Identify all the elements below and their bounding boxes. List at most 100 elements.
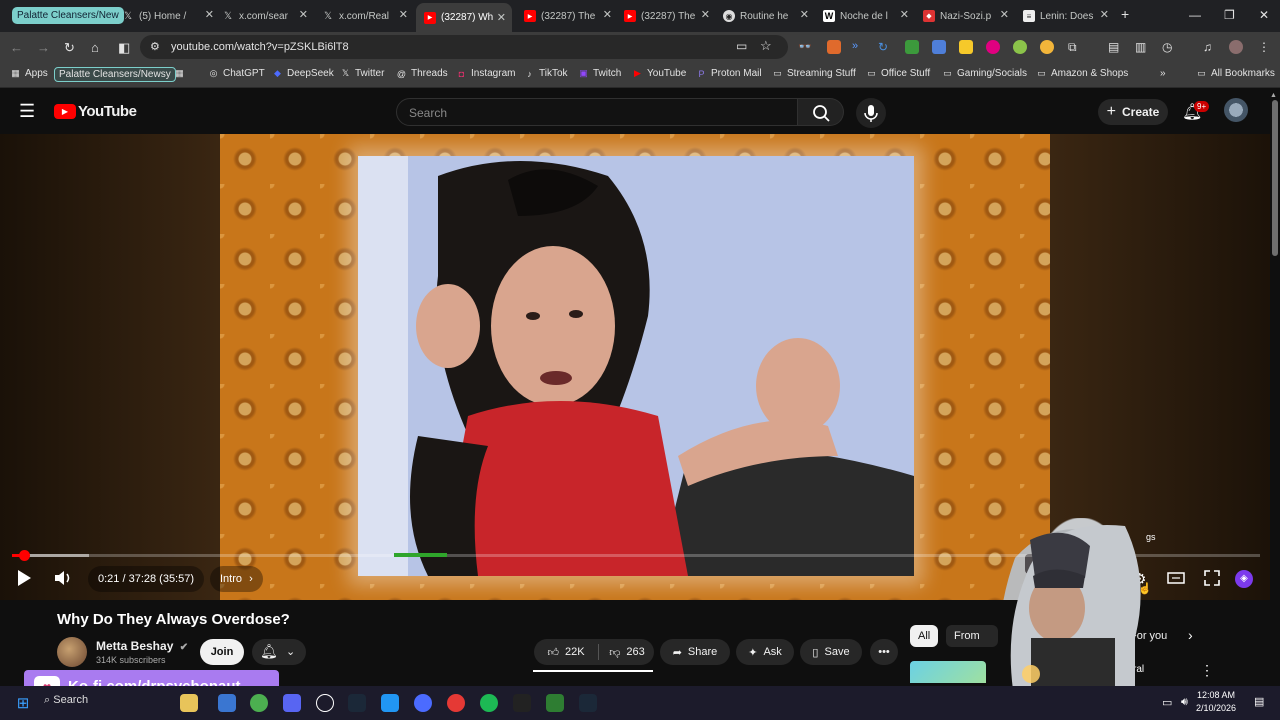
extension-multicolor-icon[interactable] — [1013, 40, 1027, 54]
taskbar-media-icon[interactable] — [447, 694, 465, 712]
bookmark-item[interactable]: P Proton Mail — [696, 68, 761, 79]
bookmark-item[interactable]: ◘ Instagram — [456, 68, 516, 79]
more-actions-button[interactable]: ••• — [870, 639, 898, 665]
close-tab-icon[interactable]: ✕ — [1100, 8, 1109, 21]
network-icon[interactable]: ▭ — [1162, 696, 1172, 709]
bookmark-item[interactable]: @ Threads — [396, 68, 448, 79]
browser-tab[interactable]: ◉ Routine he ✕ — [723, 5, 809, 27]
browser-tab[interactable]: 𝕏 x.com/Real ✕ — [322, 5, 408, 27]
channel-name[interactable]: Metta Beshay ✔ — [96, 639, 188, 653]
bookmark-item[interactable]: ◎ ChatGPT — [208, 68, 265, 79]
recommended-video-thumbnail[interactable] — [910, 661, 986, 683]
close-tab-icon[interactable]: ✕ — [1000, 8, 1009, 21]
extension-player-button-icon[interactable]: ◈ — [1235, 570, 1253, 588]
taskbar-signal-icon[interactable] — [414, 694, 432, 712]
close-tab-icon[interactable]: ✕ — [497, 11, 506, 24]
dislike-button[interactable]: 👎︎ 263 — [600, 639, 654, 665]
taskbar-spotify-icon[interactable] — [480, 694, 498, 712]
page-scrollbar-thumb[interactable] — [1272, 100, 1278, 256]
bookmark-folder[interactable]: ▭ Streaming Stuff — [772, 68, 856, 79]
taskbar-chatgpt-icon[interactable] — [316, 694, 334, 712]
windows-start-icon[interactable]: ⊞ — [14, 694, 32, 712]
profile-avatar[interactable] — [1229, 40, 1243, 54]
browser-tab[interactable]: ≡ Lenin: Does ✕ — [1023, 5, 1109, 27]
address-bar[interactable]: ⚙ youtube.com/watch?v=pZSKLBi6lT8 ▭ ☆ — [140, 35, 788, 59]
chip-all[interactable]: All — [910, 625, 939, 647]
chevron-right-icon[interactable]: › — [1188, 627, 1193, 643]
close-tab-icon[interactable]: ✕ — [299, 8, 308, 21]
browser-tab[interactable]: 𝕏 (5) Home / ✕ — [122, 5, 214, 27]
browser-tab[interactable]: 𝕏 x.com/sear ✕ — [222, 5, 308, 27]
speaker-icon[interactable]: 🔊︎ — [1181, 696, 1188, 709]
close-tab-icon[interactable]: ✕ — [800, 8, 809, 21]
tab-groups-icon[interactable]: ▦ — [174, 68, 189, 79]
taskbar-explorer-icon[interactable] — [218, 694, 236, 712]
search-button[interactable] — [798, 98, 844, 126]
ask-button[interactable]: ✦ Ask — [736, 639, 794, 665]
bookmark-star-icon[interactable]: ☆ — [760, 38, 772, 54]
join-button[interactable]: Join — [200, 639, 244, 665]
taskbar-cursor-icon[interactable] — [381, 694, 399, 712]
bookmark-item[interactable]: ▣ Twitch — [578, 68, 621, 79]
browser-tab[interactable]: ◆ Nazi-Sozi.p ✕ — [923, 5, 1009, 27]
close-tab-icon[interactable]: ✕ — [399, 8, 408, 21]
bookmark-item[interactable]: ▶ YouTube — [632, 68, 686, 79]
bookmark-folder[interactable]: ▭ Gaming/Socials — [942, 68, 1027, 79]
bookmark-apps[interactable]: ▦ Apps — [10, 68, 48, 79]
extension-yellow-icon[interactable] — [959, 40, 973, 54]
channel-avatar[interactable] — [57, 637, 87, 667]
extension-refresh-icon[interactable]: ↻ — [878, 40, 892, 54]
media-controls-icon[interactable]: ♫ — [1203, 40, 1217, 54]
voice-search-button[interactable] — [856, 98, 886, 128]
theater-mode-button[interactable] — [1167, 570, 1185, 589]
extension-audio-icon[interactable]: » — [852, 40, 866, 54]
extension-chrome-icon[interactable] — [1040, 40, 1054, 54]
youtube-logo[interactable]: ▶ YouTube — [54, 103, 137, 120]
taskbar-obs-icon[interactable] — [546, 694, 564, 712]
taskbar-search[interactable]: ⌕ Search — [44, 694, 88, 707]
bookmark-group[interactable]: Palatte Cleansers/Newsy — [54, 67, 176, 82]
taskbar-discord-icon[interactable] — [283, 694, 301, 712]
taskbar-pinned-icon[interactable] — [180, 694, 198, 712]
url-text[interactable]: youtube.com/watch?v=pZSKLBi6lT8 — [171, 41, 349, 53]
forward-icon[interactable]: → — [37, 40, 50, 55]
browser-tab-active[interactable]: ▶ (32287) Wh ✕ — [416, 3, 512, 32]
extension-green-icon[interactable] — [905, 40, 919, 54]
browser-tab[interactable]: W Noche de l ✕ — [823, 5, 909, 27]
tab-search-icon[interactable]: ▤ — [1108, 40, 1122, 54]
home-icon[interactable]: ⌂ — [91, 40, 99, 55]
hamburger-menu-icon[interactable]: ☰ — [19, 101, 35, 122]
new-tab-icon[interactable]: + — [1121, 6, 1129, 22]
close-window-icon[interactable]: ✕ — [1259, 8, 1269, 22]
reading-list-icon[interactable]: ▥ — [1135, 40, 1149, 54]
browser-menu-icon[interactable]: ⋮ — [1258, 40, 1272, 54]
reload-icon[interactable]: ↻ — [64, 40, 75, 56]
tab-group-label[interactable]: Palatte Cleansers/New — [12, 7, 124, 24]
subscribed-notifications-button[interactable]: 🔔︎ ⌄ — [252, 639, 306, 665]
taskbar-chrome-icon[interactable] — [250, 694, 268, 712]
minimize-icon[interactable]: — — [1189, 8, 1201, 22]
play-button[interactable] — [16, 569, 32, 590]
taskbar-clock[interactable]: 12:08 AM 2/10/2026 — [1196, 689, 1236, 715]
taskbar-app-icon[interactable] — [513, 694, 531, 712]
site-info-icon[interactable]: ⚙ — [150, 40, 160, 53]
close-tab-icon[interactable]: ✕ — [900, 8, 909, 21]
create-button[interactable]: + Create — [1098, 99, 1168, 125]
scrubber-handle[interactable] — [18, 550, 30, 561]
browser-tab[interactable]: ▶ (32287) The ✕ — [524, 5, 612, 27]
bookmark-folder[interactable]: ▭ Amazon & Shops — [1036, 68, 1128, 79]
bookmark-item[interactable]: ◆ DeepSeek — [272, 68, 334, 79]
bookmark-item[interactable]: ♪ TikTok — [524, 68, 567, 79]
taskbar-steam2-icon[interactable] — [579, 694, 597, 712]
back-icon[interactable]: ← — [10, 40, 23, 55]
extension-glasses-icon[interactable]: 👓 — [798, 40, 812, 54]
all-bookmarks[interactable]: ▭ All Bookmarks — [1196, 68, 1275, 79]
more-vertical-icon[interactable]: ⋮ — [1200, 662, 1214, 679]
extensions-puzzle-icon[interactable]: ⧉ — [1068, 40, 1082, 54]
search-input[interactable]: Search — [396, 98, 798, 126]
extension-u-icon[interactable] — [986, 40, 1000, 54]
chapter-button[interactable]: Intro › — [210, 566, 263, 592]
extension-blue-icon[interactable] — [932, 40, 946, 54]
taskbar-steam-icon[interactable] — [348, 694, 366, 712]
extension-orange-icon[interactable] — [827, 40, 841, 54]
